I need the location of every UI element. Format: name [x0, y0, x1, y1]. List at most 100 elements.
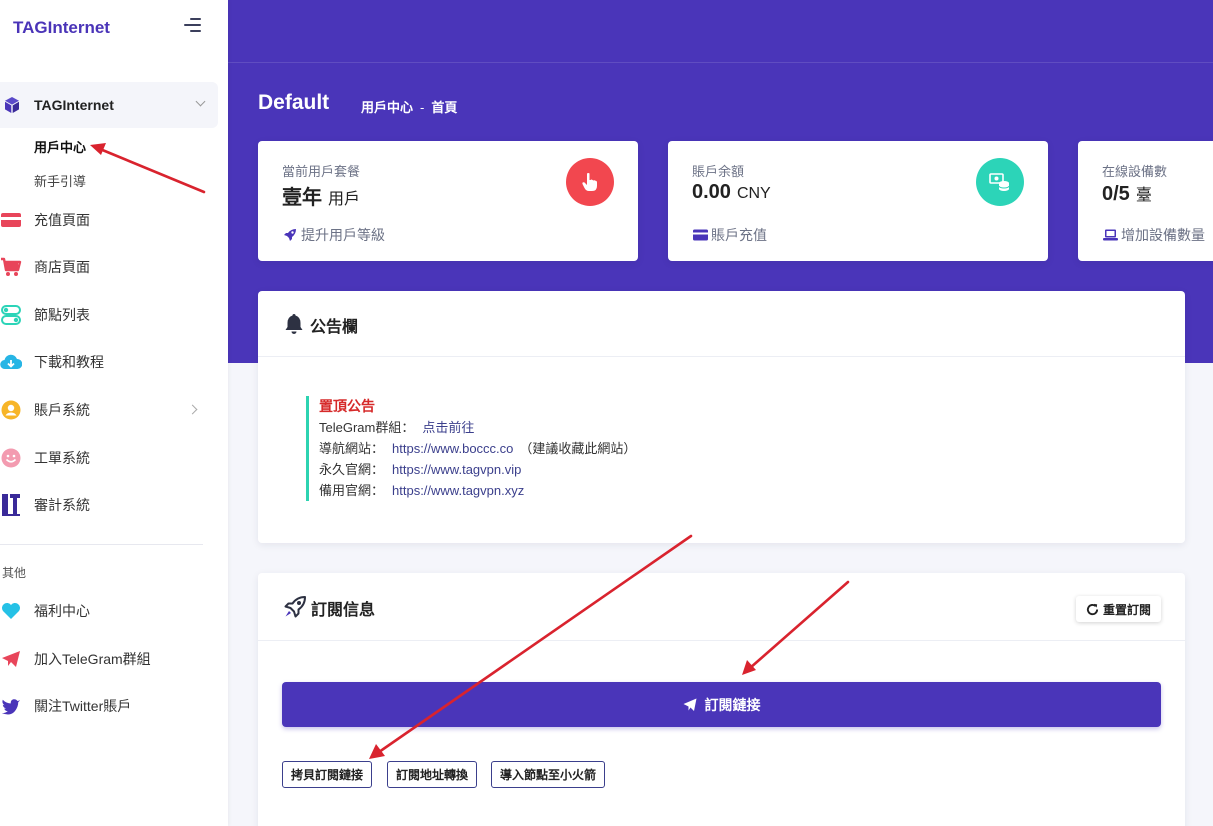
plan-value: 壹年 用戶	[282, 181, 360, 210]
import-shadowrocket-button[interactable]: 導入節點至小火箭	[491, 761, 606, 788]
laptop-icon	[1102, 228, 1118, 242]
devices-value: 0/5 臺	[1102, 181, 1152, 206]
subscription-link-label: 訂閱鏈接	[704, 696, 761, 713]
audit-icon	[0, 494, 22, 516]
official-site-link[interactable]: https://www.tagvpn.vip	[392, 462, 521, 477]
plan-label: 當前用戶套餐	[282, 164, 361, 179]
notice-row: TeleGram群組： 点击前往	[319, 417, 636, 438]
sidebar-item-label: 關注Twitter賬戶	[34, 698, 132, 714]
notice-row-note: （建議收藏此網站）	[519, 441, 637, 456]
breadcrumb-item-home: 首頁	[431, 100, 458, 115]
sidebar-item-account[interactable]: 賬戶系統	[0, 395, 218, 425]
subscription-card: 訂閱信息 重置訂閱 訂閱鏈接 拷貝訂閱鏈接 訂閱地址轉換 導入節點至小火箭	[258, 573, 1185, 826]
shopping-cart-icon	[0, 256, 22, 278]
devices-label: 在線設備數	[1102, 164, 1168, 179]
sidebar-item-label: 審計系統	[34, 497, 90, 513]
sidebar-item-label: 充值頁面	[34, 212, 90, 228]
pinned-notice: 置頂公告 TeleGram群組： 点击前往 導航網站： https://www.bo…	[306, 396, 636, 501]
telegram-group-link[interactable]: 点击前往	[422, 420, 474, 435]
cloud-download-icon	[0, 351, 22, 373]
chevron-down-icon	[195, 96, 206, 107]
money-coins-icon	[976, 158, 1024, 206]
plan-card: 當前用戶套餐 壹年 用戶 提升用戶等級	[258, 141, 638, 261]
reset-subscription-button[interactable]: 重置訂閱	[1075, 596, 1161, 622]
rocket-icon	[284, 596, 306, 618]
notice-row-label: 導航網站：	[319, 441, 385, 456]
user-circle-icon	[0, 399, 22, 421]
sidebar-item-recharge[interactable]: 充值頁面	[0, 205, 218, 235]
reset-subscription-label: 重置訂閱	[1102, 602, 1151, 617]
refresh-icon	[1086, 603, 1099, 615]
copy-subscription-button[interactable]: 拷貝訂閱鏈接	[282, 761, 373, 788]
sidebar-item-tickets[interactable]: 工單系統	[0, 443, 218, 473]
notice-row-label: 永久官網：	[319, 462, 385, 477]
balance-value: 0.00 CNY	[692, 181, 771, 204]
smile-icon	[0, 447, 22, 469]
nav-site-link[interactable]: https://www.boccc.co	[392, 441, 513, 456]
announcement-title: 公告欄	[310, 319, 359, 336]
sidebar-group-label: TAGInternet	[34, 97, 114, 113]
paper-plane-icon	[683, 698, 696, 711]
sidebar-item-label: 工單系統	[34, 450, 90, 466]
notice-title: 置頂公告	[319, 398, 375, 414]
convert-subscription-button[interactable]: 訂閱地址轉換	[387, 761, 478, 788]
sidebar-item-beginner-guide[interactable]: 新手引導	[34, 171, 86, 190]
sidebar-section-label: 其他	[2, 566, 27, 580]
subscription-header: 訂閱信息 重置訂閱	[258, 573, 1185, 641]
breadcrumb: 用戶中心 - 首頁	[361, 97, 457, 116]
recharge-label: 賬戶充值	[711, 227, 767, 243]
subscription-title: 訂閱信息	[311, 602, 376, 619]
twitter-icon	[0, 695, 22, 717]
cube-icon	[5, 97, 19, 113]
sidebar-item-welfare[interactable]: 福利中心	[0, 596, 218, 626]
sidebar: TAGInternet TAGInternet 用戶中心 新手引導 充值頁面 商…	[0, 0, 228, 826]
recharge-link[interactable]: 賬戶充值	[692, 225, 767, 245]
devices-value-text: 0/5	[1102, 183, 1130, 205]
sidebar-item-user-center[interactable]: 用戶中心	[34, 137, 86, 156]
backup-site-link[interactable]: https://www.tagvpn.xyz	[392, 483, 524, 498]
sidebar-item-twitter[interactable]: 關注Twitter賬戶	[0, 691, 218, 721]
notice-row: 備用官網： https://www.tagvpn.xyz	[319, 480, 636, 501]
header-divider	[228, 62, 1213, 63]
add-devices-link[interactable]: 增加設備數量	[1102, 225, 1205, 245]
rocket-icon	[282, 228, 298, 242]
sidebar-item-audit[interactable]: 審計系統	[0, 490, 218, 520]
sidebar-item-telegram[interactable]: 加入TeleGram群組	[0, 644, 218, 674]
balance-card: 賬戶余額 0.00 CNY 賬戶充值	[668, 141, 1048, 261]
announcement-header: 公告欄	[258, 291, 1185, 357]
pointer-hand-icon	[566, 158, 614, 206]
breadcrumb-separator: -	[420, 100, 425, 115]
page-title: Default	[258, 91, 330, 114]
breadcrumb-item-user-center[interactable]: 用戶中心	[361, 100, 413, 115]
notice-row-label: 備用官網：	[319, 483, 385, 498]
announcement-card: 公告欄 置頂公告 TeleGram群組： 点击前往 導航網站： https://ww…	[258, 291, 1185, 543]
toggles-icon	[0, 304, 22, 326]
balance-label: 賬戶余額	[692, 164, 745, 179]
add-devices-label: 增加設備數量	[1121, 227, 1205, 243]
sidebar-item-label: 商店頁面	[34, 259, 90, 275]
sidebar-item-label: 賬戶系統	[34, 402, 90, 418]
credit-card-icon	[692, 228, 708, 242]
sidebar-item-label: 加入TeleGram群組	[34, 651, 151, 667]
balance-unit: CNY	[736, 185, 771, 202]
plan-unit: 用戶	[328, 191, 361, 208]
devices-unit: 臺	[1135, 187, 1152, 204]
credit-card-icon	[0, 209, 22, 231]
sidebar-item-downloads[interactable]: 下載和教程	[0, 347, 218, 377]
sidebar-item-nodes[interactable]: 節點列表	[0, 300, 218, 330]
subscription-link-button[interactable]: 訂閱鏈接	[282, 682, 1161, 727]
sidebar-item-shop[interactable]: 商店頁面	[0, 252, 218, 282]
plan-value-text: 壹年	[282, 187, 322, 209]
app-root: TAGInternet TAGInternet 用戶中心 新手引導 充值頁面 商…	[0, 0, 1213, 826]
notice-row: 導航網站： https://www.boccc.co （建議收藏此網站）	[319, 438, 636, 459]
brand-logo[interactable]: TAGInternet	[13, 18, 110, 38]
menu-toggle-icon[interactable]	[184, 18, 204, 34]
upgrade-plan-link[interactable]: 提升用戶等級	[282, 225, 385, 245]
sidebar-item-label: 福利中心	[34, 603, 90, 619]
chevron-right-icon	[187, 404, 198, 415]
notice-row: 永久官網： https://www.tagvpn.vip	[319, 459, 636, 480]
sidebar-group-taginternet[interactable]: TAGInternet	[0, 82, 218, 128]
bell-icon	[285, 314, 303, 334]
sidebar-item-label: 節點列表	[34, 307, 90, 323]
paper-plane-icon	[0, 648, 22, 670]
